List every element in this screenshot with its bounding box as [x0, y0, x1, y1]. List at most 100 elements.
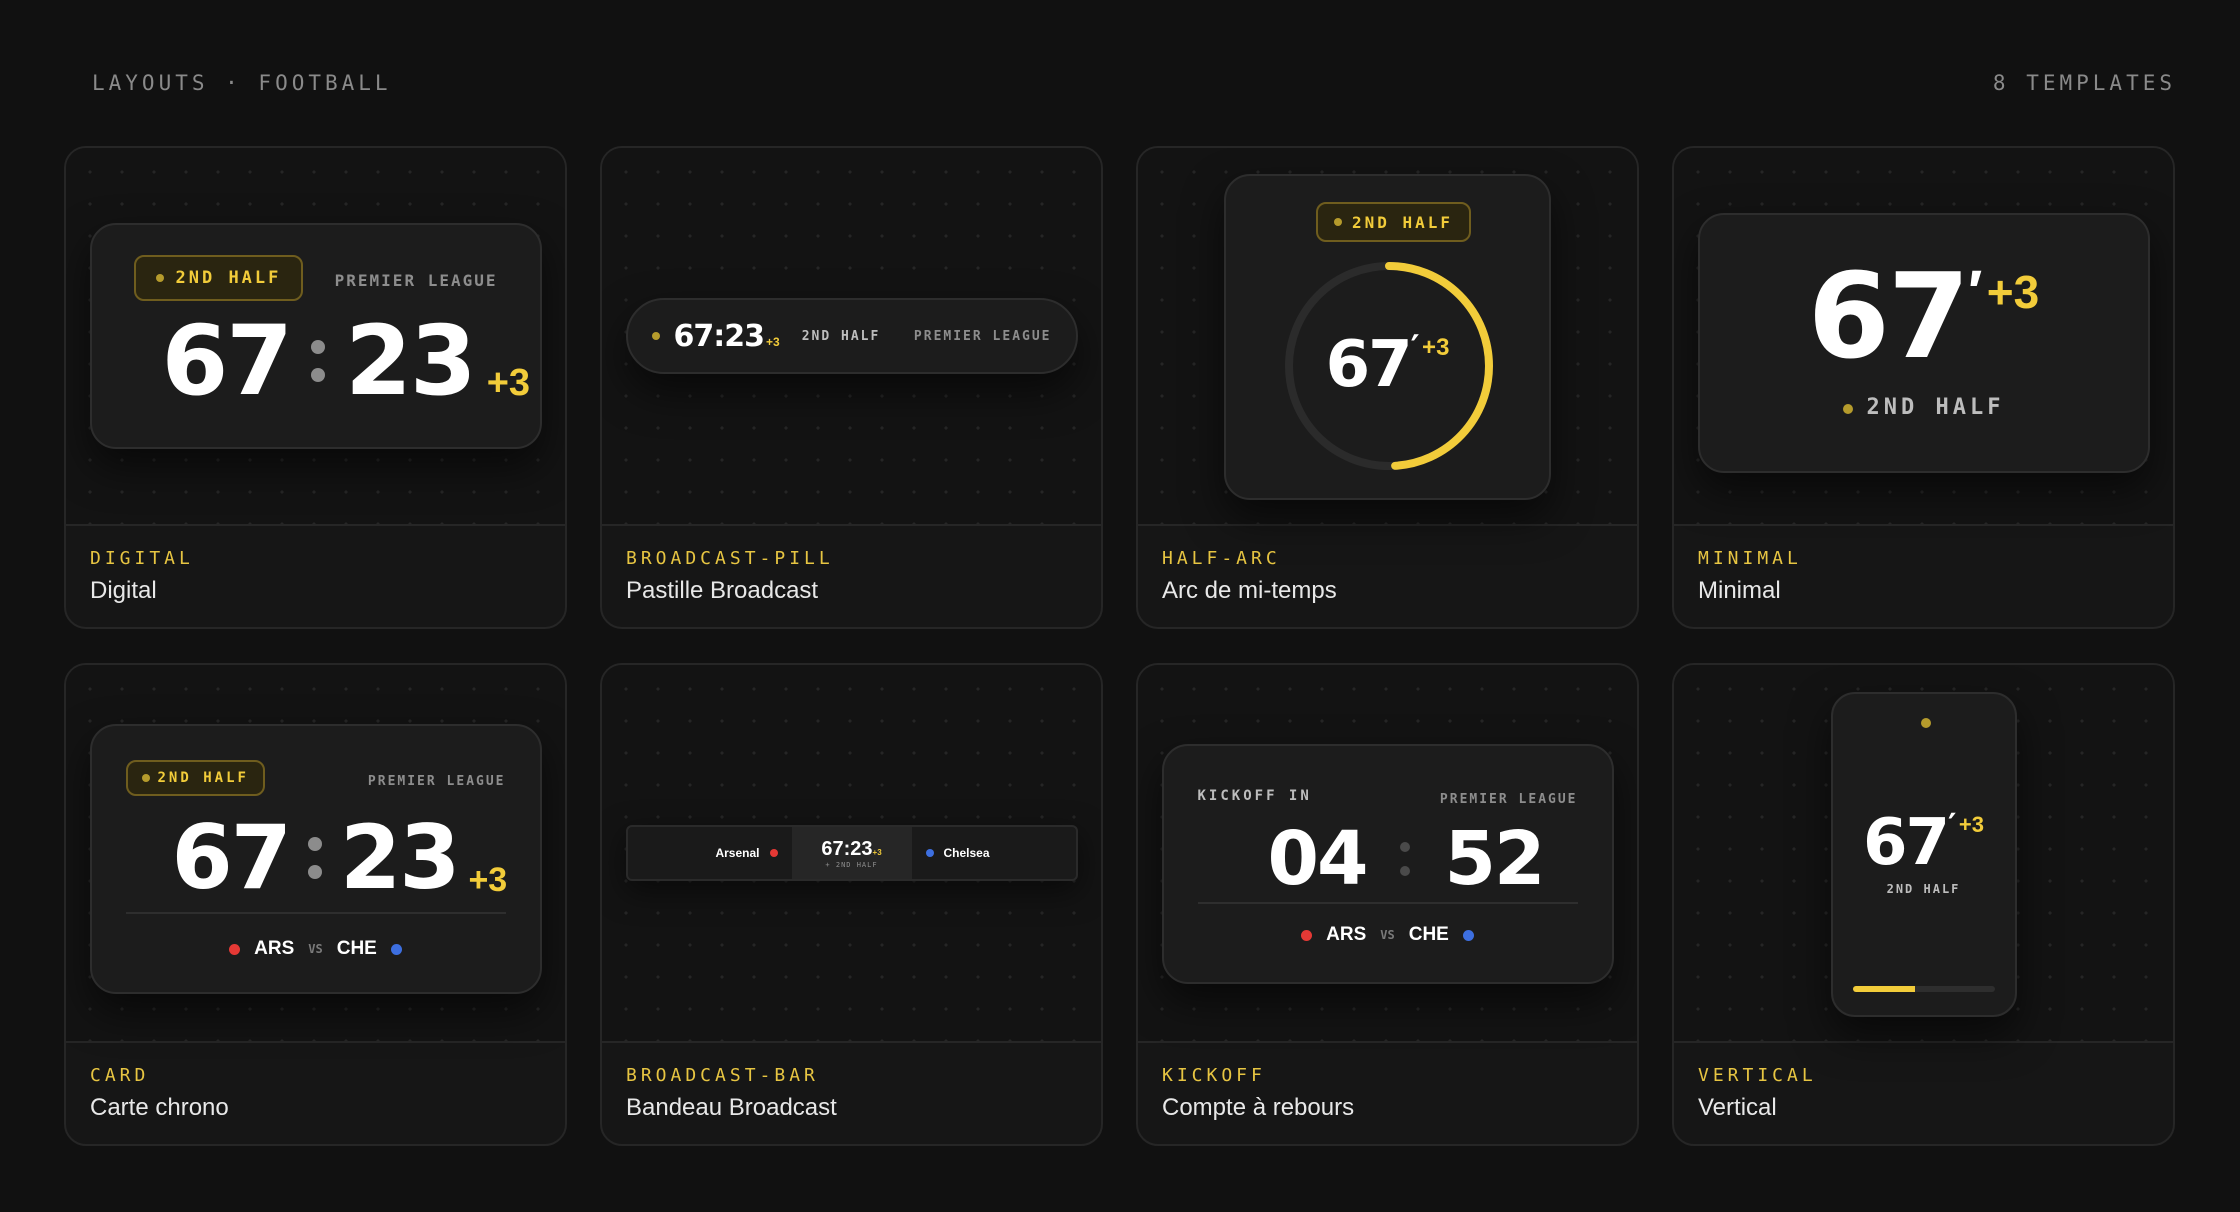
teams-row: ARS VS CHE — [92, 938, 540, 960]
minimal-value: 67′ +3 — [1700, 257, 2148, 375]
away-team: CHE — [1408, 924, 1449, 945]
template-info: BROADCAST-BAR Bandeau Broadcast — [602, 1043, 1101, 1122]
template-grid: 2ND HALF PREMIER LEAGUE 67 23 +3 DIGITAL… — [64, 146, 2176, 1146]
clock-minutes: 67 — [1807, 247, 1970, 385]
template-preview: 2ND HALF PREMIER LEAGUE 67 23 +3 — [66, 148, 565, 526]
template-info: VERTICAL Vertical — [1674, 1043, 2173, 1122]
template-preview: 67′ +3 2ND HALF — [1674, 665, 2173, 1043]
card-scoreboard: 2ND HALF PREMIER LEAGUE 67 23 +3 ARS VS … — [89, 724, 542, 994]
template-card-digital[interactable]: 2ND HALF PREMIER LEAGUE 67 23 +3 DIGITAL… — [64, 146, 567, 629]
added-time: +3 — [486, 362, 531, 404]
divider — [125, 912, 506, 914]
colon-separator — [311, 340, 326, 382]
template-title: Pastille Broadcast — [626, 577, 819, 604]
template-title: Carte chrono — [90, 1094, 229, 1121]
added-time: +3 — [1422, 334, 1450, 361]
home-team: ARS — [254, 938, 295, 959]
home-color-dot — [229, 943, 241, 955]
status-dot — [1920, 717, 1931, 728]
countdown-minutes: 04 — [1267, 816, 1369, 902]
template-title: Compte à rebours — [1162, 1094, 1355, 1121]
template-card-broadcast-pill[interactable]: 67:23 +3 2ND HALF PREMIER LEAGUE BROADCA… — [600, 146, 1103, 629]
template-card-minimal[interactable]: 67′ +3 2ND HALF MINIMAL Minimal — [1672, 146, 2175, 629]
league-label: PREMIER LEAGUE — [913, 328, 1052, 344]
colon-separator — [1400, 842, 1411, 876]
template-preview: 67:23 +3 2ND HALF PREMIER LEAGUE — [602, 148, 1101, 526]
away-color-dot — [390, 943, 402, 955]
countdown-seconds: 52 — [1444, 816, 1545, 902]
half-label: + 2ND HALF — [825, 860, 878, 869]
added-time: +3 — [1986, 266, 2040, 318]
template-info: HALF-ARC Arc de mi-temps — [1138, 526, 1637, 605]
home-color-dot — [1301, 929, 1313, 941]
added-time: +3 — [872, 847, 882, 857]
template-title: Arc de mi-temps — [1162, 577, 1337, 604]
template-preview: 67′ +3 2ND HALF — [1674, 148, 2173, 526]
digital-scoreboard: 2ND HALF PREMIER LEAGUE 67 23 +3 — [89, 223, 542, 449]
template-tag: CARD — [90, 1065, 150, 1086]
clock-minutes: 67 — [1862, 805, 1950, 880]
vs-label: VS — [1380, 928, 1395, 942]
half-label: 2ND HALF — [1700, 395, 2148, 420]
template-info: MINIMAL Minimal — [1674, 526, 2173, 605]
template-tag: HALF-ARC — [1162, 548, 1281, 569]
bar-clock: 67:23+3 + 2ND HALF — [791, 827, 912, 879]
template-info: DIGITAL Digital — [66, 526, 565, 605]
progress-fill — [1852, 985, 1915, 992]
template-tag: BROADCAST-PILL — [626, 548, 834, 569]
half-label: 2ND HALF — [1886, 881, 1961, 896]
clock-minutes: 67 — [1325, 328, 1413, 402]
template-card-kickoff[interactable]: KICKOFF IN PREMIER LEAGUE 04 52 ARS VS C… — [1136, 663, 1639, 1146]
template-preview: 2ND HALF 67′ +3 — [1138, 148, 1637, 526]
minimal-clock: 67′ +3 2ND HALF — [1697, 213, 2150, 473]
template-tag: VERTICAL — [1698, 1065, 1817, 1086]
template-card-broadcast-bar[interactable]: Arsenal 67:23+3 + 2ND HALF Chelsea BROAD… — [600, 663, 1103, 1146]
template-tag: DIGITAL — [90, 548, 194, 569]
arc-value: 67′ +3 — [1226, 328, 1549, 402]
away-color-dot — [925, 849, 934, 857]
added-time: +3 — [766, 335, 780, 349]
added-time: +3 — [468, 861, 508, 899]
template-card-vertical[interactable]: 67′ +3 2ND HALF VERTICAL Vertical — [1672, 663, 2175, 1146]
broadcast-pill: 67:23 +3 2ND HALF PREMIER LEAGUE — [625, 298, 1078, 374]
template-preview: 2ND HALF PREMIER LEAGUE 67 23 +3 ARS VS … — [66, 665, 565, 1043]
template-tag: MINIMAL — [1698, 548, 1802, 569]
home-color-dot — [769, 849, 778, 857]
template-card-card[interactable]: 2ND HALF PREMIER LEAGUE 67 23 +3 ARS VS … — [64, 663, 567, 1146]
clock-minutes: 67 — [171, 806, 292, 909]
minute-mark: ′ — [1948, 805, 1957, 844]
template-tag: BROADCAST-BAR — [626, 1065, 819, 1086]
league-label: PREMIER LEAGUE — [1439, 792, 1578, 807]
colon-separator — [307, 837, 322, 879]
minute-mark: ′ — [1410, 328, 1420, 368]
template-info: KICKOFF Compte à rebours — [1138, 1043, 1637, 1122]
kickoff-label: KICKOFF IN — [1197, 788, 1312, 804]
league-label: PREMIER LEAGUE — [367, 774, 506, 789]
kickoff-countdown: KICKOFF IN PREMIER LEAGUE 04 52 ARS VS C… — [1161, 744, 1614, 984]
half-arc-widget: 2ND HALF 67′ +3 — [1224, 174, 1551, 500]
status-dot — [141, 774, 150, 782]
countdown-clock: 04 52 — [1267, 816, 1546, 902]
pill-time: 67:23 — [673, 318, 765, 354]
vs-label: VS — [308, 942, 323, 956]
vertical-value: 67′ +3 — [1833, 806, 2015, 880]
breadcrumb: LAYOUTS · FOOTBALL — [92, 71, 392, 95]
broadcast-bar: Arsenal 67:23+3 + 2ND HALF Chelsea — [625, 825, 1078, 881]
template-title: Bandeau Broadcast — [626, 1094, 837, 1121]
clock-seconds: 23 — [345, 305, 477, 417]
template-info: BROADCAST-PILL Pastille Broadcast — [602, 526, 1101, 605]
away-color-dot — [1462, 929, 1474, 941]
template-title: Digital — [90, 577, 157, 604]
template-title: Minimal — [1698, 577, 1781, 604]
vertical-widget: 67′ +3 2ND HALF — [1830, 691, 2017, 1017]
template-tag: KICKOFF — [1162, 1065, 1266, 1086]
half-label: 2ND HALF — [801, 328, 881, 344]
divider — [1197, 902, 1578, 904]
template-card-half-arc[interactable]: 2ND HALF 67′ +3 HALF-ARC Arc de mi-temps — [1136, 146, 1639, 629]
template-info: CARD Carte chrono — [66, 1043, 565, 1122]
status-dot — [155, 274, 164, 282]
league-label: PREMIER LEAGUE — [334, 271, 498, 290]
away-side: Chelsea — [912, 827, 1076, 879]
bar-time: 67:23 — [821, 837, 873, 860]
teams-row: ARS VS CHE — [1164, 924, 1612, 946]
